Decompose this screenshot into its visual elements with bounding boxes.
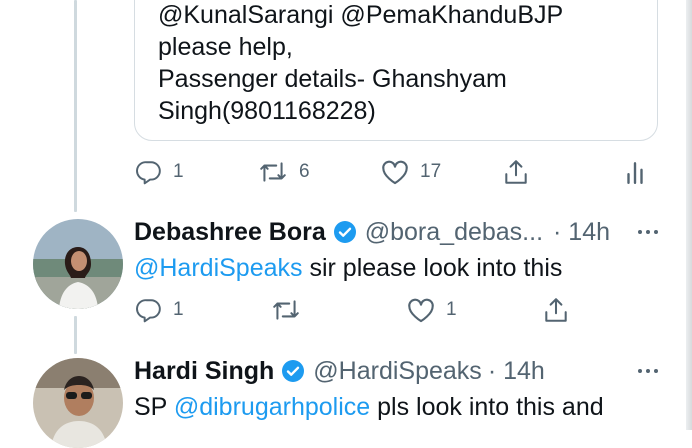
more-icon [638,369,642,373]
quoted-line-4: Singh(9801168228) [158,97,376,125]
verified-badge-icon [333,220,357,244]
retweet-icon [273,300,299,320]
reply1-header: Debashree Bora @bora_debas... · 14h [134,215,610,249]
retweet-icon [260,162,286,182]
reply-icon [136,161,161,185]
analytics-button[interactable] [625,152,645,192]
reply2-time[interactable]: · 14h [488,357,545,386]
reply1-retweet-button[interactable] [271,290,301,330]
reply2-header: Hardi Singh @HardiSpeaks · 14h [134,354,545,388]
like-icon [382,160,408,185]
reply1-like-count: 1 [446,299,457,320]
reply-count: 1 [173,161,184,182]
reply-button[interactable]: 1 [136,152,184,192]
reply2-body: pls look into this and [370,393,604,421]
reply1-handle[interactable]: @bora_debas... [365,218,543,247]
reply2-handle[interactable]: @HardiSpeaks [313,357,482,386]
reply1-actions: 1 1 [0,290,692,330]
reply2-prefix: SP [134,393,174,421]
quoted-line-2: please help, [158,33,293,61]
reply1-more-button[interactable] [638,230,658,234]
reply1-text: @HardiSpeaks sir please look into this [134,252,562,284]
avatar-hardi[interactable] [33,358,123,448]
reply1-reply-count: 1 [173,299,184,320]
retweet-count: 6 [299,161,310,182]
reply1-body: sir please look into this [302,254,563,282]
reply2-author-name[interactable]: Hardi Singh [134,357,274,386]
like-icon [408,298,434,323]
quoted-line-3: Passenger details- Ghanshyam [158,65,507,93]
reply1-reply-button[interactable]: 1 [136,290,184,330]
reply1-time[interactable]: · 14h [553,218,610,247]
device-edge [686,0,692,430]
verified-badge-icon [281,359,305,383]
share-button[interactable] [503,152,529,192]
share-icon [545,298,567,322]
reply1-share-button[interactable] [543,290,569,330]
reply1-like-button[interactable]: 1 [407,290,457,330]
analytics-icon [627,162,643,185]
reply2-more-button[interactable] [638,369,658,373]
retweet-button[interactable]: 6 [258,152,310,192]
quoted-tweet-card[interactable]: @KunalSarangi @PemaKhanduBJP please help… [134,0,658,141]
avatar-hardi-image [33,358,123,448]
quoted-tweet-text: @KunalSarangi @PemaKhanduBJP please help… [158,0,563,127]
more-icon [638,230,642,234]
like-button[interactable]: 17 [381,152,441,192]
reply2-mention-link[interactable]: @dibrugarhpolice [174,393,370,421]
reply2-text: SP @dibrugarhpolice pls look into this a… [134,391,604,423]
reply1-author-name[interactable]: Debashree Bora [134,218,326,247]
quoted-line-1: @KunalSarangi @PemaKhanduBJP [158,1,564,29]
main-tweet-actions: 1 6 17 [0,152,692,192]
reply-icon [136,299,161,323]
like-count: 17 [420,161,442,182]
reply1-mention-link[interactable]: @HardiSpeaks [134,254,303,282]
share-icon [505,160,527,184]
